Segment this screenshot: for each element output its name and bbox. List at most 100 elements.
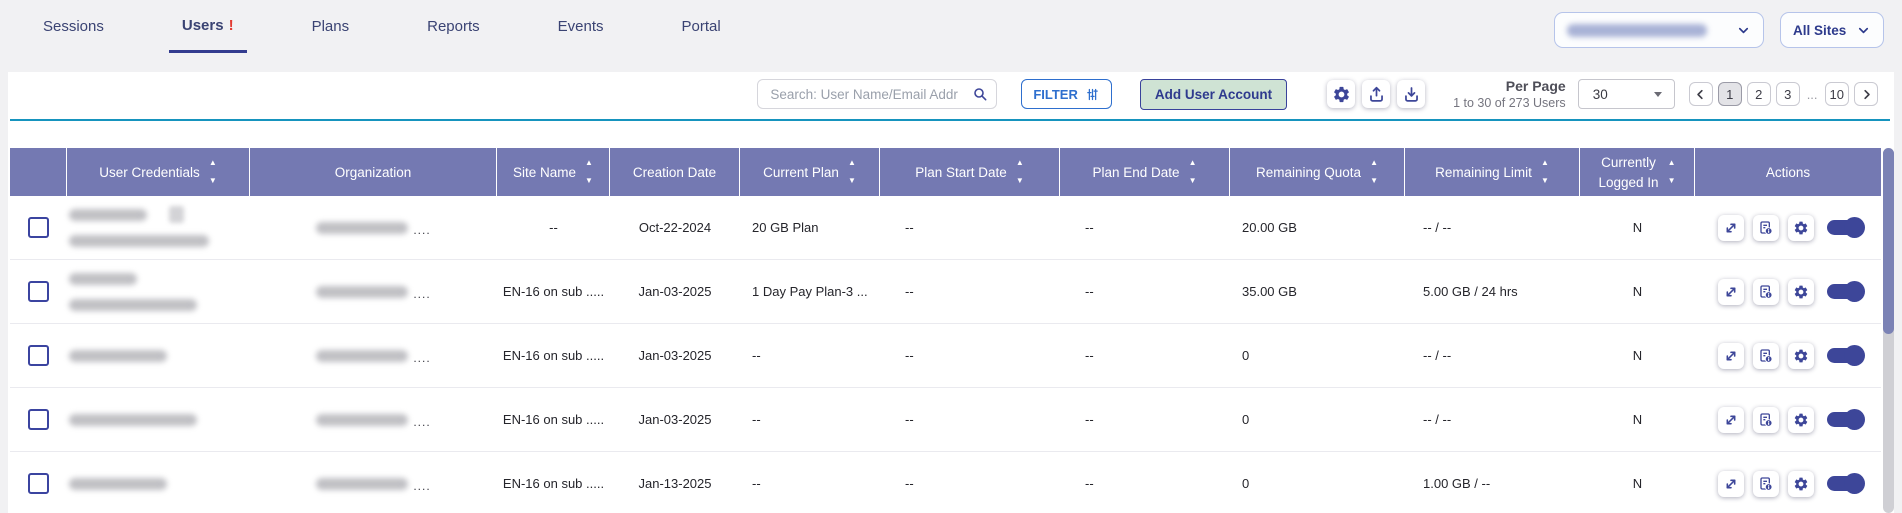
enable-user-toggle[interactable] [1827,284,1863,299]
row-settings-button[interactable] [1788,279,1814,305]
sliders-icon [1085,87,1100,102]
organization-cell: .... [250,260,497,323]
tab-reports[interactable]: Reports [414,0,493,53]
enable-user-toggle[interactable] [1827,476,1863,491]
row-settings-button[interactable] [1788,343,1814,369]
search-input[interactable] [757,79,997,109]
enable-user-toggle[interactable] [1827,220,1863,235]
remaining-quota-cell: 0 [1230,324,1405,387]
sort-asc-icon: ▲ [585,159,593,167]
sort-asc-icon: ▲ [1541,159,1549,167]
next-page-button[interactable] [1854,82,1878,106]
row-checkbox[interactable] [28,409,49,430]
column-header-remaining-limit[interactable]: Remaining Limit ▲▼ [1405,148,1580,196]
upload-users-button[interactable] [1362,80,1390,108]
remaining-limit-cell: 5.00 GB / 24 hrs [1405,260,1580,323]
actions-cell [1695,388,1881,451]
row-settings-button[interactable] [1788,471,1814,497]
users-admin-page: Sessions Users! Plans Reports Events Por… [0,0,1902,513]
actions-cell [1695,260,1881,323]
tab-events[interactable]: Events [545,0,617,53]
sort-arrows[interactable]: ▲▼ [1016,159,1024,185]
tab-users[interactable]: Users! [169,0,247,53]
user-credentials-cell [67,196,250,259]
column-header-site-name[interactable]: Site Name ▲▼ [497,148,610,196]
expand-row-button[interactable] [1718,279,1744,305]
site-name-cell: EN-16 on sub ..... [497,388,610,451]
plan-start-date-cell: -- [880,388,1060,451]
column-header-remaining-quota[interactable]: Remaining Quota ▲▼ [1230,148,1405,196]
table-header: User Credentials ▲▼ Organization Site Na… [10,148,1881,196]
redacted-user-email [69,414,197,426]
table-row: .... EN-16 on sub ..... Jan-13-2025 -- -… [10,452,1881,513]
plan-end-date-cell: -- [1060,324,1230,387]
users-panel: FILTER Add User Account Per Page 1 to 30… [8,72,1894,513]
column-header-currently-logged-in[interactable]: CurrentlyLogged In ▲▼ [1580,148,1695,196]
user-details-button[interactable] [1753,279,1779,305]
page-size-select[interactable]: 30 [1578,79,1675,109]
organization-select[interactable] [1554,12,1764,48]
tab-plans[interactable]: Plans [299,0,363,53]
sort-arrows[interactable]: ▲▼ [209,159,217,185]
page-button-10[interactable]: 10 [1825,82,1849,106]
user-details-button[interactable] [1753,407,1779,433]
enable-user-toggle[interactable] [1827,412,1863,427]
row-checkbox[interactable] [28,473,49,494]
document-info-icon [1758,412,1774,428]
remaining-quota-cell: 0 [1230,452,1405,513]
redacted-user-name [69,209,147,221]
page-button-1[interactable]: 1 [1718,82,1742,106]
sort-arrows[interactable]: ▲▼ [1370,159,1378,185]
document-info-icon [1758,348,1774,364]
document-info-icon [1758,284,1774,300]
row-checkbox[interactable] [28,281,49,302]
gear-icon [1332,85,1351,104]
scrollbar-thumb[interactable] [1883,148,1894,334]
page-button-2[interactable]: 2 [1747,82,1771,106]
expand-row-button[interactable] [1718,343,1744,369]
prev-page-button[interactable] [1689,82,1713,106]
column-header-user-credentials[interactable]: User Credentials ▲▼ [67,148,250,196]
sort-arrows[interactable]: ▲▼ [1668,159,1676,185]
user-details-button[interactable] [1753,471,1779,497]
column-header-actions: Actions [1695,148,1881,196]
tab-portal[interactable]: Portal [669,0,734,53]
plan-end-date-cell: -- [1060,196,1230,259]
sort-arrows[interactable]: ▲▼ [1541,159,1549,185]
row-checkbox[interactable] [28,345,49,366]
redacted-organization [316,222,408,234]
column-header-plan-start-date[interactable]: Plan Start Date ▲▼ [880,148,1060,196]
expand-row-button[interactable] [1718,407,1744,433]
remaining-limit-cell: 1.00 GB / -- [1405,452,1580,513]
toggle-knob [1844,345,1865,366]
search-icon[interactable] [972,86,988,102]
expand-row-button[interactable] [1718,215,1744,241]
creation-date-cell: Jan-03-2025 [610,260,740,323]
row-settings-button[interactable] [1788,215,1814,241]
column-header-current-plan[interactable]: Current Plan ▲▼ [740,148,880,196]
row-checkbox[interactable] [28,217,49,238]
redacted-organization [316,350,408,362]
expand-row-button[interactable] [1718,471,1744,497]
chevron-left-icon [1694,88,1707,101]
enable-user-toggle[interactable] [1827,348,1863,363]
copy-icon[interactable] [169,206,184,223]
user-details-button[interactable] [1753,343,1779,369]
sort-arrows[interactable]: ▲▼ [848,159,856,185]
redacted-organization [316,478,408,490]
tab-sessions[interactable]: Sessions [30,0,117,53]
filter-button[interactable]: FILTER [1021,79,1112,109]
page-button-3[interactable]: 3 [1776,82,1800,106]
sort-arrows[interactable]: ▲▼ [585,159,593,185]
download-users-button[interactable] [1397,80,1425,108]
sort-arrows[interactable]: ▲▼ [1189,159,1197,185]
add-user-account-button[interactable]: Add User Account [1140,79,1287,110]
organization-cell: .... [250,452,497,513]
column-header-plan-end-date[interactable]: Plan End Date ▲▼ [1060,148,1230,196]
plan-end-date-cell: -- [1060,452,1230,513]
user-details-button[interactable] [1753,215,1779,241]
row-settings-button[interactable] [1788,407,1814,433]
sites-select[interactable]: All Sites [1780,12,1884,48]
settings-gear-button[interactable] [1327,80,1355,108]
vertical-scrollbar[interactable] [1883,148,1894,513]
